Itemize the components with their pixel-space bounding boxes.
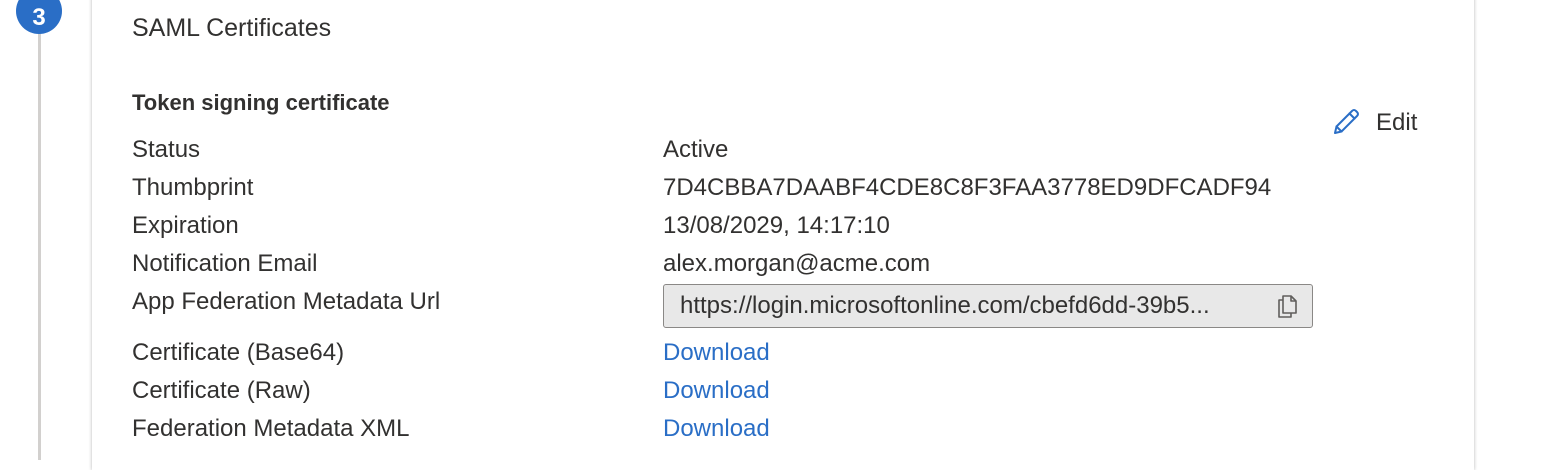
pencil-icon xyxy=(1334,109,1359,134)
metadata-url-field[interactable]: https://login.microsoftonline.com/cbefd6… xyxy=(663,284,1313,328)
section-title: Token signing certificate xyxy=(132,90,390,115)
step-number-badge: 3 xyxy=(16,0,62,34)
metadata-url-value[interactable]: https://login.microsoftonline.com/cbefd6… xyxy=(680,292,1258,320)
notification-email-label: Notification Email xyxy=(132,250,318,277)
cert-raw-download-link[interactable]: Download xyxy=(663,377,770,405)
thumbprint-label: Thumbprint xyxy=(132,174,254,201)
federation-xml-label: Federation Metadata XML xyxy=(132,415,410,442)
expiration-label: Expiration xyxy=(132,212,239,239)
card-title: SAML Certificates xyxy=(132,14,332,42)
federation-xml-download-link[interactable]: Download xyxy=(663,415,770,443)
edit-label: Edit xyxy=(1376,109,1418,136)
cert-raw-label: Certificate (Raw) xyxy=(132,377,311,404)
step-connector-line xyxy=(38,20,41,460)
status-label: Status xyxy=(132,136,201,163)
cert-base64-download-link[interactable]: Download xyxy=(663,339,770,367)
status-value: Active xyxy=(663,136,729,163)
expiration-value: 13/08/2029, 14:17:10 xyxy=(663,212,890,239)
cert-base64-label: Certificate (Base64) xyxy=(132,339,345,366)
notification-email-value: alex.morgan@acme.com xyxy=(663,250,931,277)
copy-icon[interactable] xyxy=(1274,293,1300,319)
saml-certificates-card: SAML Certificates Token signing certific… xyxy=(92,0,1474,470)
edit-button[interactable]: Edit xyxy=(1328,106,1417,140)
metadata-url-label: App Federation Metadata Url xyxy=(132,288,441,315)
step-number: 3 xyxy=(32,4,46,31)
thumbprint-value: 7D4CBBA7DAABF4CDE8C8F3FAA3778ED9DFCADF94 xyxy=(663,174,1272,201)
